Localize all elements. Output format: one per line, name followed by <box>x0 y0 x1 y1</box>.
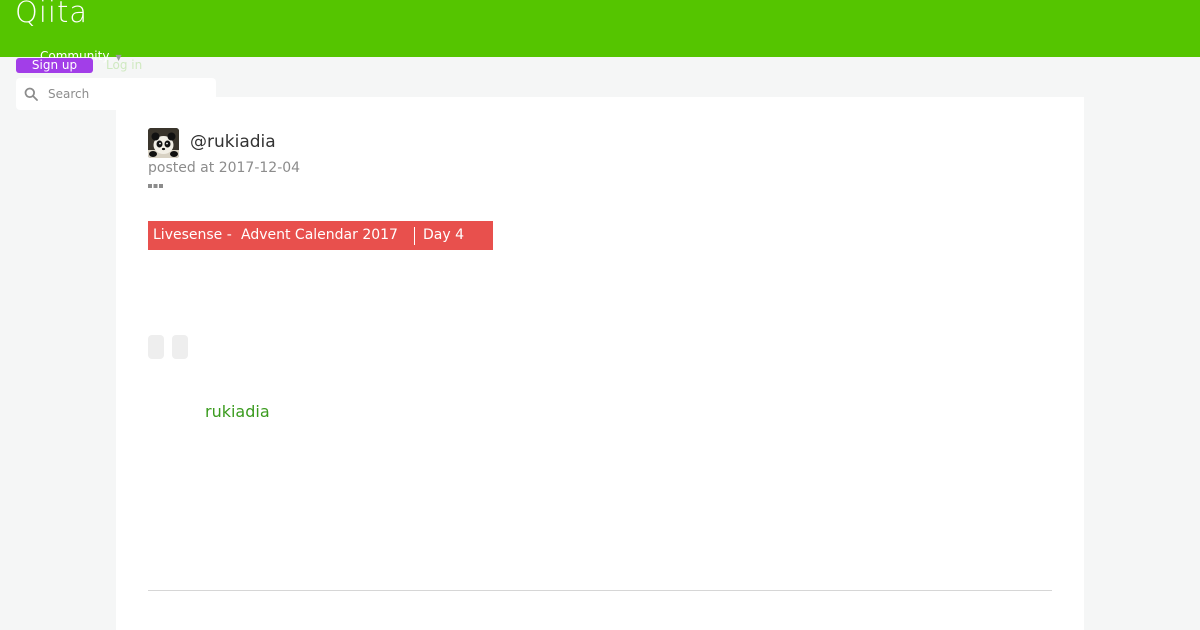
posted-date: posted at 2017-12-04 <box>148 160 301 176</box>
qiita-logo[interactable]: Qiita <box>15 0 88 30</box>
stock-button-placeholder[interactable] <box>172 335 188 359</box>
advent-calendar-title: Advent Calendar 2017 <box>241 227 398 243</box>
banner-divider <box>414 227 415 245</box>
advent-calendar-banner[interactable]: Livesense - Advent Calendar 2017 Day 4 <box>148 221 493 250</box>
like-button-placeholder[interactable] <box>148 335 164 359</box>
advent-day: Day 4 <box>423 227 465 243</box>
article-card: @rukiadia posted at 2017-12-04 Livesense… <box>116 97 1084 630</box>
author-handle[interactable]: @rukiadia <box>190 131 276 153</box>
search-icon <box>24 87 38 101</box>
login-link[interactable]: Log in <box>106 58 142 73</box>
signup-button[interactable]: Sign up <box>16 58 93 73</box>
author-avatar[interactable] <box>148 128 179 158</box>
footer-author-link[interactable]: rukiadia <box>205 401 270 423</box>
global-header: Qiita <box>0 0 1200 57</box>
advent-separator: - <box>226 227 232 243</box>
advent-organization: Livesense - <box>153 227 232 243</box>
content-divider <box>148 590 1052 591</box>
panda-avatar-icon <box>148 128 179 158</box>
more-options-icon[interactable] <box>148 183 164 189</box>
